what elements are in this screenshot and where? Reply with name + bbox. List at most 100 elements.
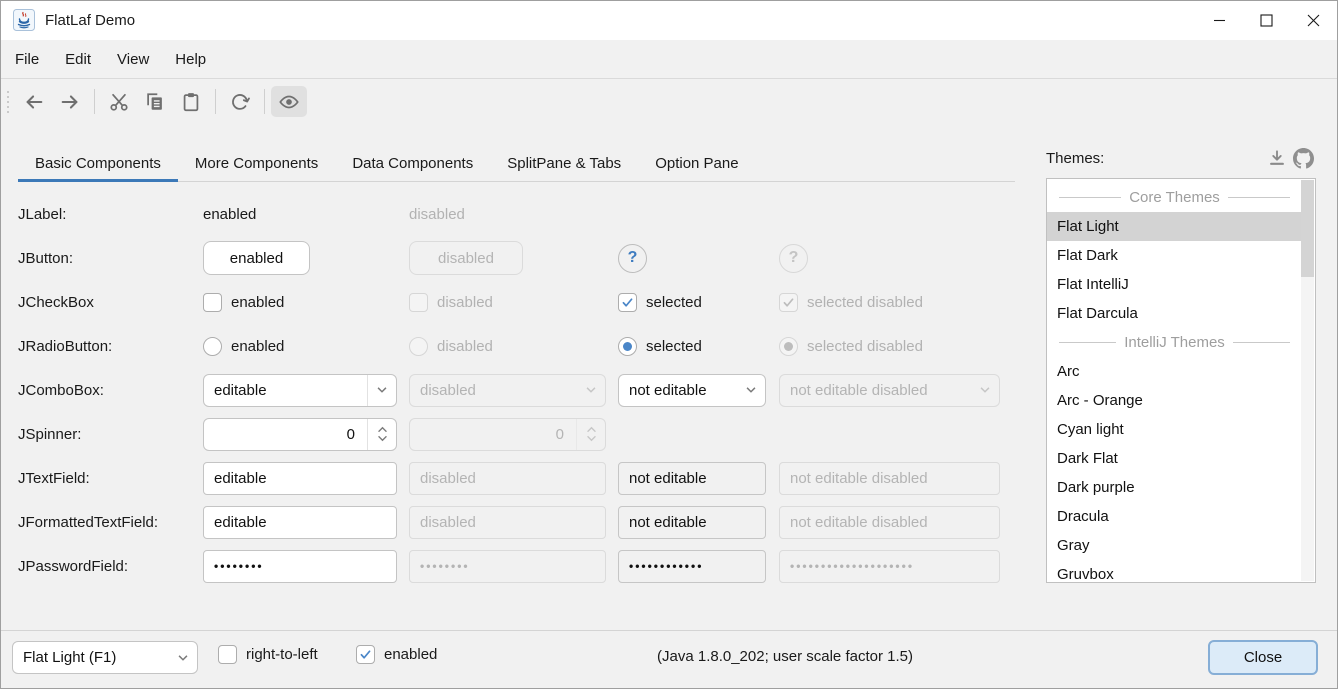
download-theme-button[interactable] bbox=[1264, 146, 1290, 170]
spinner-value: 0 bbox=[410, 419, 576, 450]
radio-selected-disabled: selected disabled bbox=[779, 337, 1012, 356]
formatted-textfield-not-editable[interactable]: not editable bbox=[618, 506, 766, 539]
menu-view[interactable]: View bbox=[104, 45, 162, 74]
help-button[interactable]: ? bbox=[618, 244, 647, 273]
copy-button[interactable] bbox=[137, 86, 173, 117]
jcheckbox-row-label: JCheckBox bbox=[18, 294, 203, 311]
paste-button[interactable] bbox=[173, 86, 209, 117]
passwordfield-editable[interactable]: •••••••• bbox=[203, 550, 397, 583]
theme-item-flat-dark[interactable]: Flat Dark bbox=[1047, 241, 1302, 270]
themes-label: Themes: bbox=[1046, 150, 1104, 167]
toolbar-separator bbox=[94, 89, 95, 114]
close-button[interactable]: Close bbox=[1208, 640, 1318, 675]
checkbox-enabled[interactable]: enabled bbox=[203, 293, 409, 312]
theme-item-arc-orange[interactable]: Arc - Orange bbox=[1047, 386, 1302, 415]
textfield-editable[interactable]: editable bbox=[203, 462, 397, 495]
enabled-button[interactable]: enabled bbox=[203, 241, 310, 275]
formatted-textfield-disabled: disabled bbox=[409, 506, 606, 539]
theme-group-separator: Core Themes bbox=[1047, 183, 1302, 212]
download-icon bbox=[1267, 148, 1287, 168]
radio-icon bbox=[409, 337, 428, 356]
forward-button[interactable] bbox=[52, 86, 88, 117]
jcombobox-row-label: JComboBox: bbox=[18, 382, 203, 399]
show-hidden-toggle-button[interactable] bbox=[271, 86, 307, 117]
jlabel-enabled: enabled bbox=[203, 206, 409, 223]
refresh-button[interactable] bbox=[222, 86, 258, 117]
radio-enabled[interactable]: enabled bbox=[203, 337, 409, 356]
spinner-buttons bbox=[576, 419, 605, 450]
maximize-button[interactable] bbox=[1243, 0, 1290, 40]
checkbox-icon bbox=[218, 645, 237, 664]
github-button[interactable] bbox=[1290, 146, 1316, 170]
jlabel-disabled: disabled bbox=[409, 206, 618, 223]
jlabel-row-label: JLabel: bbox=[18, 206, 203, 223]
theme-item-dracula[interactable]: Dracula bbox=[1047, 502, 1302, 531]
radio-dot-icon bbox=[779, 337, 798, 356]
checkbox-selected[interactable]: selected bbox=[618, 293, 779, 312]
close-window-button[interactable] bbox=[1290, 0, 1337, 40]
passwordfield-disabled: •••••••• bbox=[409, 550, 606, 583]
disabled-button: disabled bbox=[409, 241, 523, 275]
toolbar-separator bbox=[215, 89, 216, 114]
textfield-not-editable[interactable]: not editable bbox=[618, 462, 766, 495]
jradiobutton-row-label: JRadioButton: bbox=[18, 338, 203, 355]
jbutton-row-label: JButton: bbox=[18, 250, 203, 267]
theme-item-dark-flat[interactable]: Dark Flat bbox=[1047, 444, 1302, 473]
back-button[interactable] bbox=[16, 86, 52, 117]
chevron-down-icon[interactable] bbox=[736, 375, 765, 406]
tab-splitpane-tabs[interactable]: SplitPane & Tabs bbox=[490, 149, 638, 182]
cut-button[interactable] bbox=[101, 86, 137, 117]
theme-item-gray[interactable]: Gray bbox=[1047, 531, 1302, 560]
themes-scrollbar-thumb[interactable] bbox=[1301, 180, 1314, 277]
menu-help[interactable]: Help bbox=[162, 45, 219, 74]
jspinner-row-label: JSpinner: bbox=[18, 426, 203, 443]
window-controls bbox=[1196, 0, 1337, 40]
paste-icon bbox=[180, 91, 202, 113]
theme-item-dark-purple[interactable]: Dark purple bbox=[1047, 473, 1302, 502]
tab-bar: Basic Components More Components Data Co… bbox=[18, 149, 1015, 182]
chevron-up-icon[interactable] bbox=[377, 426, 388, 433]
chevron-down-icon bbox=[586, 435, 597, 442]
theme-group-separator: IntelliJ Themes bbox=[1047, 328, 1302, 357]
spinner-value[interactable]: 0 bbox=[204, 419, 367, 450]
combobox-editable[interactable]: editable bbox=[203, 374, 397, 407]
theme-item-arc[interactable]: Arc bbox=[1047, 357, 1302, 386]
radio-selected[interactable]: selected bbox=[618, 337, 779, 356]
menu-edit[interactable]: Edit bbox=[52, 45, 104, 74]
window-title: FlatLaf Demo bbox=[45, 12, 135, 29]
theme-item-flat-intellij[interactable]: Flat IntelliJ bbox=[1047, 270, 1302, 299]
chevron-down-icon[interactable] bbox=[168, 642, 197, 673]
passwordfield-not-editable[interactable]: •••••••••••• bbox=[618, 550, 766, 583]
laf-combobox[interactable]: Flat Light (F1) bbox=[12, 641, 198, 674]
enabled-checkbox[interactable]: enabled bbox=[356, 645, 437, 664]
spinner-buttons[interactable] bbox=[367, 419, 396, 450]
toolbar-separator bbox=[264, 89, 265, 114]
jtextfield-row-label: JTextField: bbox=[18, 470, 203, 487]
checkmark-icon bbox=[356, 645, 375, 664]
tab-basic-components[interactable]: Basic Components bbox=[18, 149, 178, 182]
chevron-down-icon[interactable] bbox=[377, 435, 388, 442]
radio-icon bbox=[203, 337, 222, 356]
minimize-button[interactable] bbox=[1196, 0, 1243, 40]
right-to-left-checkbox[interactable]: right-to-left bbox=[218, 645, 318, 664]
spinner[interactable]: 0 bbox=[203, 418, 397, 451]
theme-item-gruvbox[interactable]: Gruvbox bbox=[1047, 560, 1302, 583]
maximize-icon bbox=[1260, 14, 1273, 27]
tab-more-components[interactable]: More Components bbox=[178, 149, 335, 182]
theme-item-cyan-light[interactable]: Cyan light bbox=[1047, 415, 1302, 444]
themes-scrollbar-track[interactable] bbox=[1301, 180, 1314, 581]
menu-file[interactable]: File bbox=[2, 45, 52, 74]
radio-disabled: disabled bbox=[409, 337, 618, 356]
tab-option-pane[interactable]: Option Pane bbox=[638, 149, 755, 182]
combobox-not-editable[interactable]: not editable bbox=[618, 374, 766, 407]
theme-item-flat-darcula[interactable]: Flat Darcula bbox=[1047, 299, 1302, 328]
textfield-disabled: disabled bbox=[409, 462, 606, 495]
theme-item-flat-light[interactable]: Flat Light bbox=[1047, 212, 1302, 241]
combobox-not-editable-disabled: not editable disabled bbox=[779, 374, 1000, 407]
github-icon bbox=[1293, 148, 1314, 169]
radio-dot-icon bbox=[618, 337, 637, 356]
chevron-down-icon[interactable] bbox=[367, 375, 396, 406]
tab-data-components[interactable]: Data Components bbox=[335, 149, 490, 182]
toolbar-grip[interactable] bbox=[7, 91, 9, 113]
formatted-textfield-editable[interactable]: editable bbox=[203, 506, 397, 539]
